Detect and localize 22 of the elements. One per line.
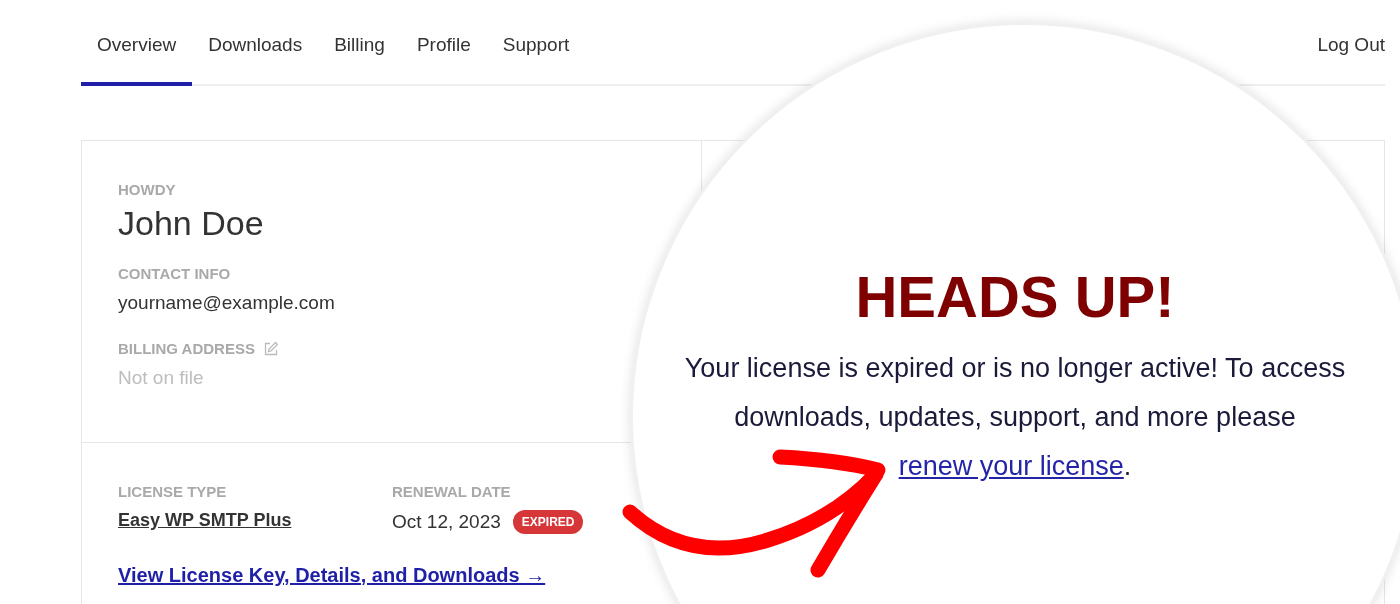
renewal-date: Oct 12, 2023 (392, 511, 501, 533)
contact-label: CONTACT INFO (118, 265, 232, 282)
nav-tab[interactable]: Support (486, 0, 586, 86)
notice-message: Your license is expired or is no longer active! To access downloads, updates, support, and more please renew your license. (683, 352, 1347, 483)
greeting-label: HOWDY (118, 181, 177, 198)
status-badge: EXPIRED (512, 510, 584, 534)
license-details-link[interactable]: View License Key, Details, and Downloads → (118, 564, 546, 587)
renew-link[interactable]: renew your license (898, 451, 1124, 481)
license-type-link[interactable]: Easy WP SMTP Plus (118, 510, 292, 531)
billing-label: BILLING ADDRESS (118, 340, 255, 357)
notice-title: HEADS UP! (855, 263, 1175, 330)
billing-value: Not on file (118, 367, 205, 389)
nav-tab[interactable]: Profile (400, 0, 487, 86)
license-type-label: LICENSE TYPE (118, 483, 228, 500)
email-text: yourname@example.com (118, 292, 336, 314)
nav-tab[interactable]: Overview (81, 0, 193, 86)
edit-icon[interactable] (262, 340, 279, 357)
nav-tab[interactable]: Downloads (192, 0, 319, 86)
logout-link[interactable]: Log Out (1317, 34, 1385, 56)
user-name: John Doe (118, 204, 265, 243)
nav-tab[interactable]: Billing (318, 0, 401, 86)
renewal-date-label: RENEWAL DATE (392, 483, 512, 500)
